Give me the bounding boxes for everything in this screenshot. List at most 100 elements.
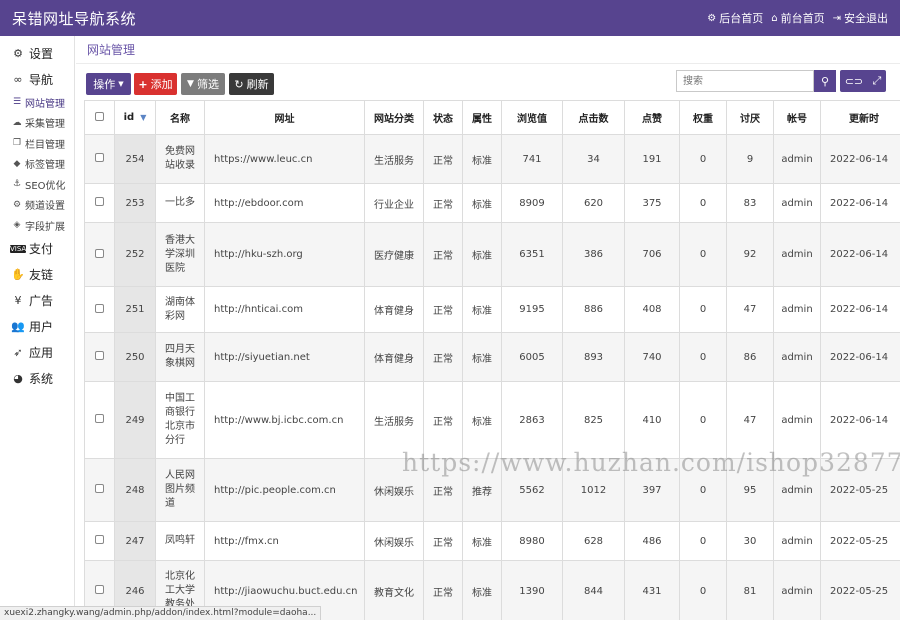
row-checkbox[interactable] bbox=[95, 153, 104, 162]
search-button[interactable]: ⚲ bbox=[814, 70, 836, 92]
sort-desc-icon[interactable]: ▼ bbox=[140, 113, 146, 122]
sidebar-item-pay[interactable]: VISA 支付 bbox=[0, 236, 74, 262]
cell-clicks: 1012 bbox=[562, 458, 625, 522]
sidebar-sub-seo[interactable]: ⚓ SEO优化 bbox=[0, 174, 74, 195]
row-select-cell[interactable] bbox=[84, 222, 115, 287]
site-table: id ▼ 名称 网址 网站分类 状态 属性 浏览值 点击数 点赞 权重 讨厌 帐号… bbox=[84, 100, 900, 620]
search-input[interactable] bbox=[676, 70, 814, 92]
table-row: 247 凤鸣轩 http://fmx.cn 休闲娱乐 正常 标准 8980 628 486 0 30… bbox=[84, 521, 900, 561]
cell-updated: 2022-06-14 bbox=[820, 381, 900, 459]
filter-icon: ▼ bbox=[187, 79, 194, 89]
cell-name: 中国工商银行北京市分行 bbox=[155, 381, 205, 459]
cell-weight: 0 bbox=[679, 134, 727, 184]
col-id[interactable]: id ▼ bbox=[114, 100, 156, 135]
row-checkbox[interactable] bbox=[95, 414, 104, 423]
cell-id: 250 bbox=[114, 332, 156, 382]
cell-likes: 408 bbox=[624, 286, 680, 333]
cell-status[interactable]: 正常 bbox=[423, 332, 463, 382]
cell-attr[interactable]: 推荐 bbox=[462, 458, 502, 522]
cell-attr[interactable]: 标准 bbox=[462, 134, 502, 184]
row-select-cell[interactable] bbox=[84, 183, 115, 223]
status-bar: xuexi2.zhangky.wang/admin.php/addon/inde… bbox=[0, 606, 322, 620]
cell-likes: 486 bbox=[624, 521, 680, 561]
cell-account: admin bbox=[773, 381, 821, 459]
row-checkbox[interactable] bbox=[95, 303, 104, 313]
sidebar-item-settings[interactable]: ⚙ 设置 bbox=[0, 40, 74, 66]
cell-weight: 0 bbox=[679, 332, 727, 382]
row-select-cell[interactable] bbox=[84, 134, 115, 184]
cell-url: http://pic.people.com.cn bbox=[204, 458, 365, 522]
add-button[interactable]: + 添加 bbox=[134, 73, 177, 95]
main-content: 网站管理 操作▼ +添加 ▼筛选 ↻刷新 ⚲ ⊂⊃ ⤢ id▼ 名称 网址 网站分… bbox=[76, 36, 900, 620]
select-all-cell[interactable] bbox=[84, 100, 115, 135]
admin-home-link[interactable]: ⚙ 后台首页 bbox=[707, 10, 763, 26]
cell-status[interactable]: 正常 bbox=[423, 286, 463, 333]
row-checkbox[interactable] bbox=[95, 197, 104, 206]
sidebar-sub-column[interactable]: ❐ 栏目管理 bbox=[0, 133, 74, 154]
row-select-cell[interactable] bbox=[84, 458, 115, 522]
sidebar-item-users[interactable]: 👥 用户 bbox=[0, 314, 74, 340]
cell-updated: 2022-06-14 bbox=[820, 222, 900, 287]
toggle-icon: ⊂⊃ bbox=[844, 74, 864, 88]
row-select-cell[interactable] bbox=[84, 286, 115, 333]
sidebar-item-apps[interactable]: ➶ 应用 bbox=[0, 340, 74, 366]
sidebar-sub-channel[interactable]: ⚙ 频道设置 bbox=[0, 195, 74, 216]
cell-views: 2863 bbox=[501, 381, 563, 459]
link-icon: ∞ bbox=[13, 72, 23, 86]
cell-name: 湖南体彩网 bbox=[155, 286, 205, 333]
cell-dislikes: 83 bbox=[726, 183, 774, 223]
col-weight: 权重 bbox=[679, 100, 727, 135]
breadcrumb[interactable]: 网站管理 bbox=[76, 36, 900, 64]
dashboard-icon: ◕ bbox=[13, 372, 23, 385]
row-checkbox[interactable] bbox=[95, 248, 104, 258]
operate-dropdown-button[interactable]: 操作 ▼ bbox=[86, 73, 131, 95]
row-select-cell[interactable] bbox=[84, 381, 115, 459]
cell-clicks: 844 bbox=[562, 560, 625, 620]
cell-status[interactable]: 正常 bbox=[423, 521, 463, 561]
cell-attr[interactable]: 标准 bbox=[462, 222, 502, 287]
sidebar-item-ads[interactable]: ¥ 广告 bbox=[0, 288, 74, 314]
row-checkbox[interactable] bbox=[95, 351, 104, 360]
select-all-checkbox[interactable] bbox=[95, 111, 104, 121]
cell-category: 生活服务 bbox=[364, 381, 424, 459]
cell-attr[interactable]: 标准 bbox=[462, 381, 502, 459]
sidebar-item-system[interactable]: ◕ 系统 bbox=[0, 366, 74, 392]
cell-views: 1390 bbox=[501, 560, 563, 620]
front-home-link[interactable]: ⌂ 前台首页 bbox=[771, 10, 824, 26]
sidebar-item-nav[interactable]: ∞ 导航 bbox=[0, 66, 74, 92]
view-toggle-buttons[interactable]: ⊂⊃ ⤢ bbox=[840, 70, 886, 92]
cell-attr[interactable]: 标准 bbox=[462, 560, 502, 620]
cloud-icon: ☁ bbox=[12, 117, 22, 128]
cell-status[interactable]: 正常 bbox=[423, 560, 463, 620]
gear-icon: ⚙ bbox=[707, 12, 717, 24]
cell-status[interactable]: 正常 bbox=[423, 381, 463, 459]
row-select-cell[interactable] bbox=[84, 521, 115, 561]
cell-status[interactable]: 正常 bbox=[423, 134, 463, 184]
cell-updated: 2022-06-14 bbox=[820, 286, 900, 333]
cell-attr[interactable]: 标准 bbox=[462, 521, 502, 561]
sidebar-sub-tags[interactable]: ◆ 标签管理 bbox=[0, 154, 74, 175]
sidebar-sub-collect[interactable]: ☁ 采集管理 bbox=[0, 113, 74, 134]
cell-weight: 0 bbox=[679, 183, 727, 223]
row-select-cell[interactable] bbox=[84, 332, 115, 382]
sidebar-sub-fields[interactable]: ◈ 字段扩展 bbox=[0, 215, 74, 236]
cell-clicks: 893 bbox=[562, 332, 625, 382]
cell-status[interactable]: 正常 bbox=[423, 458, 463, 522]
cell-attr[interactable]: 标准 bbox=[462, 332, 502, 382]
sidebar-sub-site-manage[interactable]: ☰ 网站管理 bbox=[0, 92, 74, 113]
cell-attr[interactable]: 标准 bbox=[462, 183, 502, 223]
filter-button[interactable]: ▼ 筛选 bbox=[181, 73, 225, 95]
cell-url: http://www.bj.icbc.com.cn bbox=[204, 381, 365, 459]
row-checkbox[interactable] bbox=[95, 535, 104, 544]
cell-views: 8909 bbox=[501, 183, 563, 223]
row-checkbox[interactable] bbox=[95, 484, 104, 493]
header-links: ⚙ 后台首页 ⌂ 前台首页 ⇥ 安全退出 bbox=[707, 10, 888, 26]
cell-status[interactable]: 正常 bbox=[423, 183, 463, 223]
logout-link[interactable]: ⇥ 安全退出 bbox=[833, 10, 888, 26]
cell-likes: 431 bbox=[624, 560, 680, 620]
refresh-button[interactable]: ↻ 刷新 bbox=[229, 73, 274, 95]
row-checkbox[interactable] bbox=[95, 585, 104, 594]
cell-attr[interactable]: 标准 bbox=[462, 286, 502, 333]
cell-status[interactable]: 正常 bbox=[423, 222, 463, 287]
sidebar-item-friend-links[interactable]: ✋ 友链 bbox=[0, 262, 74, 288]
